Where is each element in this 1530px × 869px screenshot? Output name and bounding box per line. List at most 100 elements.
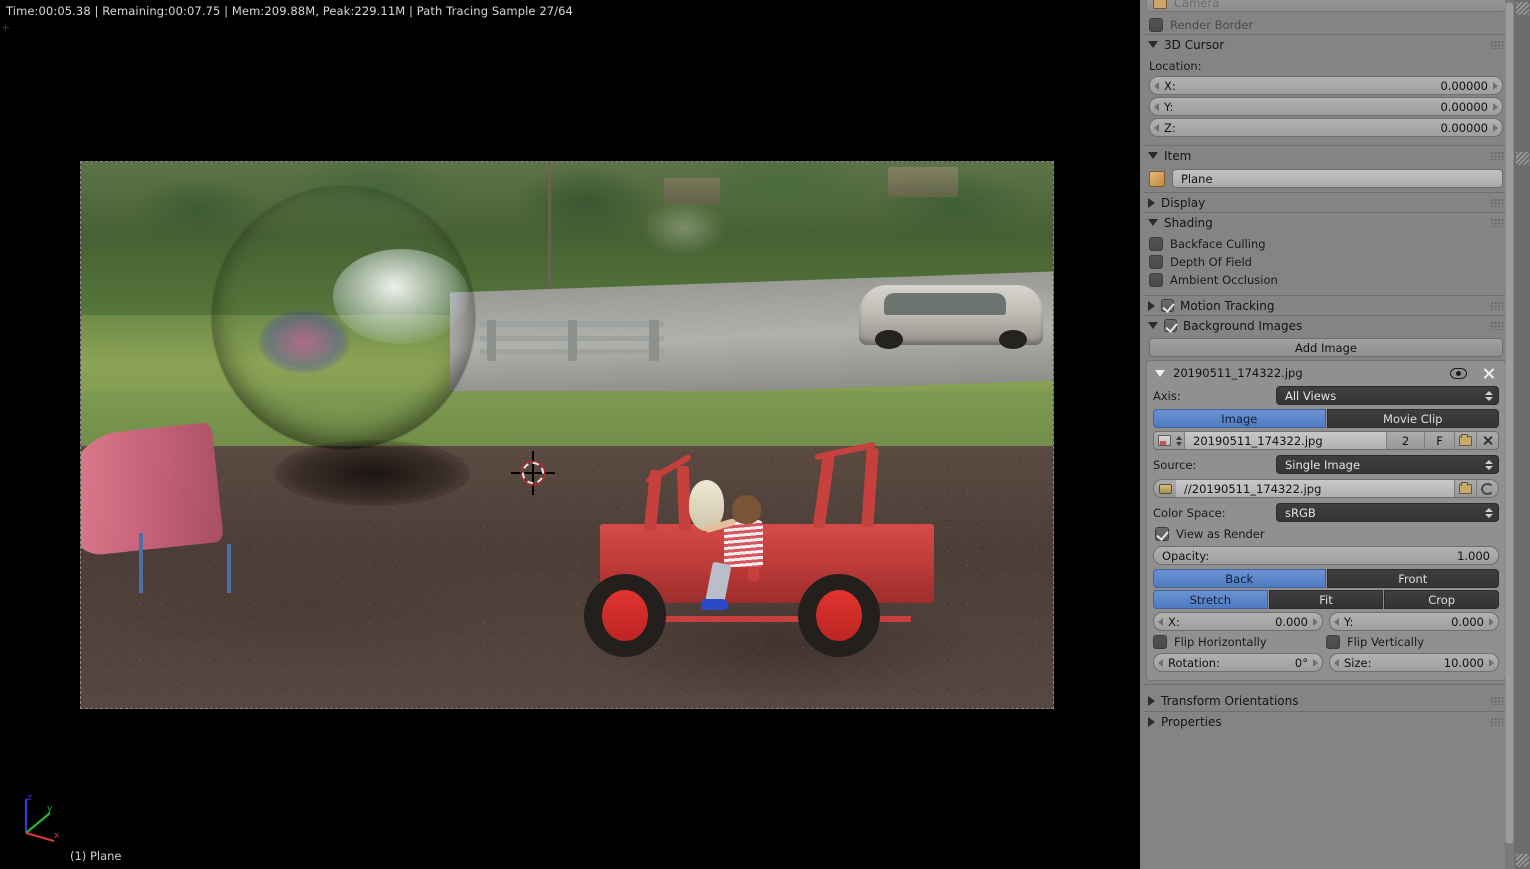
source-type-toggle[interactable]: Image Movie Clip	[1153, 409, 1499, 428]
panel-shading-header[interactable]: Shading	[1144, 212, 1508, 232]
backface-culling-row[interactable]: Backface Culling	[1140, 232, 1512, 253]
panel-drag-dots-icon[interactable]	[1491, 151, 1505, 160]
panel-drag-dots-icon[interactable]	[1491, 301, 1505, 310]
increment-arrow-icon[interactable]	[1313, 658, 1318, 667]
open-image-button[interactable]	[1454, 432, 1476, 449]
object-name-field[interactable]: Plane	[1172, 169, 1503, 188]
offset-x-field[interactable]: X: 0.000	[1153, 612, 1323, 631]
image-datablock-row[interactable]: 20190511_174322.jpg 2 F	[1153, 431, 1499, 450]
area-resize-grip-top[interactable]	[1516, 2, 1529, 15]
remove-image-close-icon[interactable]	[1482, 367, 1495, 380]
rotation-size-row[interactable]: Rotation: 0° Size: 10.000	[1153, 653, 1499, 672]
panel-properties-header[interactable]: Properties	[1144, 711, 1508, 731]
source-dropdown[interactable]: Single Image	[1276, 455, 1499, 474]
area-resize-grip-mid[interactable]	[1516, 152, 1529, 165]
axis-row[interactable]: Axis: All Views	[1147, 384, 1505, 407]
cursor-y-field[interactable]: Y: 0.00000	[1149, 97, 1503, 116]
panel-transform-orientations-header[interactable]: Transform Orientations	[1144, 691, 1508, 711]
panel-motion-tracking-header[interactable]: Motion Tracking	[1144, 295, 1508, 315]
frame-fit-button[interactable]: Fit	[1268, 590, 1384, 609]
color-space-row[interactable]: Color Space: sRGB	[1147, 501, 1505, 524]
properties-sidebar[interactable]: Camera Render Border 3D Cursor Location:…	[1140, 0, 1530, 869]
panel-3d-cursor-header[interactable]: 3D Cursor	[1144, 34, 1508, 54]
source-type-movieclip-button[interactable]: Movie Clip	[1326, 409, 1499, 428]
view-as-render-row[interactable]: View as Render	[1147, 524, 1505, 544]
increment-arrow-icon[interactable]	[1489, 617, 1494, 626]
frame-method-toggle[interactable]: Stretch Fit Crop	[1153, 590, 1500, 609]
image-users-count[interactable]: 2	[1386, 432, 1424, 449]
image-fake-user-button[interactable]: F	[1424, 432, 1454, 449]
decrement-arrow-icon[interactable]	[1334, 658, 1339, 667]
panel-display-header[interactable]: Display	[1144, 192, 1508, 212]
increment-arrow-icon[interactable]	[1493, 123, 1498, 132]
depth-toggle[interactable]: Back Front	[1153, 569, 1499, 588]
sidebar-scrollbar[interactable]	[1505, 0, 1514, 869]
offset-row[interactable]: X: 0.000 Y: 0.000	[1153, 612, 1499, 631]
view-as-render-checkbox[interactable]	[1155, 527, 1169, 541]
3d-viewport[interactable]: Time:00:05.38 | Remaining:00:07.75 | Mem…	[0, 0, 1140, 869]
increment-arrow-icon[interactable]	[1493, 81, 1498, 90]
decrement-arrow-icon[interactable]	[1334, 617, 1339, 626]
depth-of-field-checkbox[interactable]	[1149, 255, 1163, 269]
add-image-button[interactable]: Add Image	[1149, 338, 1503, 357]
increment-arrow-icon[interactable]	[1313, 617, 1318, 626]
opacity-row[interactable]: Opacity: 1.000	[1147, 544, 1505, 567]
motion-tracking-checkbox[interactable]	[1161, 299, 1174, 312]
rotation-field[interactable]: Rotation: 0°	[1153, 653, 1323, 672]
opacity-field[interactable]: Opacity: 1.000	[1153, 546, 1499, 565]
increment-arrow-icon[interactable]	[1489, 658, 1494, 667]
panel-drag-dots-icon[interactable]	[1491, 697, 1505, 705]
chevron-down-icon[interactable]	[1155, 369, 1165, 377]
image-filepath-value[interactable]: //20190511_174322.jpg	[1176, 480, 1454, 497]
cursor-x-row[interactable]: X: 0.00000	[1140, 75, 1512, 96]
render-border-row[interactable]: Render Border	[1140, 12, 1512, 34]
frame-crop-button[interactable]: Crop	[1384, 590, 1500, 609]
panel-drag-dots-icon[interactable]	[1491, 40, 1505, 49]
panel-item-header[interactable]: Item	[1144, 145, 1508, 165]
panel-drag-dots-icon[interactable]	[1491, 717, 1505, 726]
panel-drag-dots-icon[interactable]	[1491, 218, 1505, 227]
source-row[interactable]: Source: Single Image	[1147, 453, 1505, 476]
reload-image-button[interactable]	[1476, 480, 1498, 497]
flip-horizontally-checkbox[interactable]	[1153, 635, 1167, 649]
cursor-x-field[interactable]: X: 0.00000	[1149, 76, 1503, 95]
increment-arrow-icon[interactable]	[1493, 102, 1498, 111]
cursor-z-field[interactable]: Z: 0.00000	[1149, 118, 1503, 137]
browse-filepath-button[interactable]	[1454, 480, 1476, 497]
flip-vertically-checkbox[interactable]	[1326, 635, 1340, 649]
depth-of-field-row[interactable]: Depth Of Field	[1140, 253, 1512, 271]
source-type-image-button[interactable]: Image	[1153, 409, 1326, 428]
datablock-browse-spinner[interactable]	[1174, 432, 1185, 449]
depth-back-button[interactable]: Back	[1153, 569, 1326, 588]
frame-stretch-button[interactable]: Stretch	[1153, 590, 1268, 609]
render-result-frame[interactable]	[80, 161, 1054, 709]
camera-selector[interactable]: Camera	[1146, 0, 1506, 12]
backface-culling-checkbox[interactable]	[1149, 237, 1163, 251]
sidebar-scrollbar-thumb[interactable]	[1505, 2, 1514, 844]
cursor-z-row[interactable]: Z: 0.00000	[1140, 117, 1512, 138]
decrement-arrow-icon[interactable]	[1154, 81, 1159, 90]
panel-drag-dots-icon[interactable]	[1491, 198, 1505, 207]
area-resize-grip-bottom[interactable]	[1516, 854, 1529, 867]
decrement-arrow-icon[interactable]	[1158, 617, 1163, 626]
image-filepath-row[interactable]: //20190511_174322.jpg	[1153, 479, 1499, 498]
axis-dropdown[interactable]: All Views	[1276, 386, 1499, 405]
item-object-row[interactable]: Plane	[1140, 165, 1512, 192]
color-space-dropdown[interactable]: sRGB	[1276, 503, 1499, 522]
ambient-occlusion-checkbox[interactable]	[1149, 273, 1163, 287]
cursor-y-row[interactable]: Y: 0.00000	[1140, 96, 1512, 117]
decrement-arrow-icon[interactable]	[1154, 102, 1159, 111]
panel-background-images-header[interactable]: Background Images	[1144, 315, 1508, 335]
decrement-arrow-icon[interactable]	[1154, 123, 1159, 132]
ambient-occlusion-row[interactable]: Ambient Occlusion	[1140, 271, 1512, 289]
offset-y-field[interactable]: Y: 0.000	[1329, 612, 1499, 631]
depth-front-button[interactable]: Front	[1326, 569, 1499, 588]
decrement-arrow-icon[interactable]	[1158, 658, 1163, 667]
panel-drag-dots-icon[interactable]	[1491, 321, 1505, 330]
background-image-entry-header[interactable]: 20190511_174322.jpg	[1147, 365, 1505, 384]
flip-vertically-row[interactable]: Flip Vertically	[1326, 635, 1499, 649]
flip-horizontally-row[interactable]: Flip Horizontally	[1153, 635, 1326, 649]
unlink-image-button[interactable]	[1476, 432, 1498, 449]
visibility-eye-icon[interactable]	[1450, 367, 1467, 379]
image-datablock-name[interactable]: 20190511_174322.jpg	[1185, 432, 1386, 449]
